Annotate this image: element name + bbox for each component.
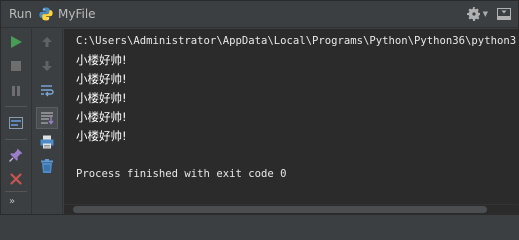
header-actions: ▼ bbox=[466, 6, 512, 22]
stop-icon bbox=[11, 61, 21, 71]
pin-icon bbox=[9, 148, 23, 162]
horizontal-scrollbar[interactable] bbox=[64, 204, 518, 214]
run-toolbar-secondary bbox=[32, 29, 63, 214]
horizontal-scrollbar-thumb[interactable] bbox=[73, 206, 487, 213]
scroll-to-end-button[interactable] bbox=[36, 107, 58, 129]
run-config-name[interactable]: MyFile bbox=[58, 7, 96, 21]
rerun-button[interactable] bbox=[6, 32, 26, 52]
console-output-line: 小楼好帅! bbox=[76, 72, 127, 86]
soft-wrap-icon bbox=[41, 85, 54, 97]
clear-all-button[interactable] bbox=[37, 156, 57, 176]
pin-tab-button[interactable] bbox=[6, 145, 26, 165]
pause-icon bbox=[12, 86, 20, 96]
more-actions-button[interactable]: » bbox=[9, 196, 15, 207]
console-output-line: 小楼好帅! bbox=[76, 129, 127, 143]
dump-threads-button[interactable] bbox=[6, 113, 26, 133]
console-output-line: 小楼好帅! bbox=[76, 91, 127, 105]
gear-icon[interactable] bbox=[466, 6, 482, 22]
close-icon bbox=[10, 173, 22, 185]
toolbar-separator bbox=[5, 139, 27, 140]
dump-threads-icon bbox=[9, 117, 23, 129]
run-toolbar-primary: » bbox=[1, 29, 32, 214]
console-command-line: C:\Users\Administrator\AppData\Local\Pro… bbox=[76, 35, 518, 47]
console-exit-message: Process finished with exit code 0 bbox=[76, 168, 287, 180]
print-button[interactable] bbox=[37, 132, 57, 152]
gear-dropdown-caret-icon[interactable]: ▼ bbox=[483, 10, 488, 18]
play-icon bbox=[11, 36, 22, 48]
toolbar-separator bbox=[5, 191, 27, 192]
console-output-line: 小楼好帅! bbox=[76, 53, 127, 67]
scroll-to-end-icon bbox=[41, 112, 54, 125]
run-tool-window: Run MyFile ▼ » C:\Users\Administrator\Ap… bbox=[0, 0, 519, 215]
run-tool-window-header: Run MyFile ▼ bbox=[1, 1, 518, 28]
run-label: Run bbox=[9, 7, 33, 21]
up-stack-trace-button[interactable] bbox=[37, 32, 57, 52]
hide-panel-icon[interactable] bbox=[496, 6, 512, 22]
pause-button[interactable] bbox=[6, 81, 26, 101]
close-button[interactable] bbox=[6, 169, 26, 189]
stop-button[interactable] bbox=[6, 56, 26, 76]
trash-icon bbox=[41, 159, 53, 173]
arrow-down-icon bbox=[42, 61, 52, 71]
toolbar-separator bbox=[5, 106, 27, 107]
print-icon bbox=[40, 135, 54, 149]
console-output-line: 小楼好帅! bbox=[76, 110, 127, 124]
console-lines: C:\Users\Administrator\AppData\Local\Pro… bbox=[76, 32, 518, 184]
python-icon bbox=[39, 7, 53, 21]
soft-wrap-button[interactable] bbox=[37, 81, 57, 101]
arrow-up-icon bbox=[42, 37, 52, 47]
console-output[interactable]: C:\Users\Administrator\AppData\Local\Pro… bbox=[64, 29, 518, 204]
down-stack-trace-button[interactable] bbox=[37, 56, 57, 76]
